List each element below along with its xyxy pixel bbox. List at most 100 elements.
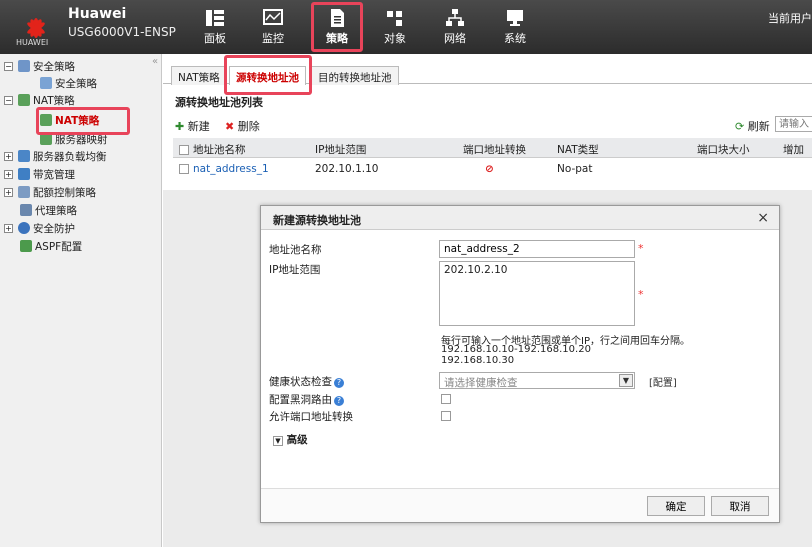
allow-pat-label: 允许端口地址转换 bbox=[269, 411, 353, 423]
refresh-button[interactable]: ⟳ 刷新 bbox=[735, 118, 770, 134]
sidebar: « − 安全策略 安全策略 − NAT策略 NAT策略 服务器映射 + 服务器负… bbox=[0, 54, 162, 547]
table-row[interactable]: nat_address_1 202.10.1.10 ⊘ No-pat bbox=[173, 159, 812, 183]
sidebar-item-proxy-policy[interactable]: 代理策略 bbox=[20, 202, 77, 218]
pool-name-link[interactable]: nat_address_1 bbox=[193, 163, 269, 175]
ip-range-label: IP地址范围 bbox=[269, 264, 321, 276]
nav-system[interactable]: 系统 bbox=[490, 6, 540, 48]
sidebar-item-bandwidth[interactable]: + 带宽管理 bbox=[4, 166, 75, 182]
column-header: 地址池名称 bbox=[193, 144, 246, 156]
nav-policy[interactable]: 策略 bbox=[312, 6, 362, 48]
health-check-select[interactable]: 请选择健康检查 ▼ bbox=[439, 372, 635, 389]
list-title: 源转换地址池列表 bbox=[175, 96, 263, 109]
nat-type-cell: No-pat bbox=[557, 163, 593, 175]
table-header: 地址池名称 IP地址范围 端口地址转换 NAT类型 端口块大小 增加 bbox=[173, 138, 812, 158]
select-all-checkbox[interactable] bbox=[179, 145, 189, 155]
aspf-icon bbox=[20, 240, 32, 252]
delete-button[interactable]: ✖ 删除 bbox=[225, 118, 260, 134]
sidebar-item-label: 配额控制策略 bbox=[33, 186, 96, 199]
sidebar-item-security-protection[interactable]: + 安全防护 bbox=[4, 220, 75, 236]
nav-label: 网络 bbox=[444, 32, 466, 45]
logo-text: HUAWEI bbox=[16, 38, 49, 47]
column-header: 增加 bbox=[783, 144, 804, 156]
quota-icon bbox=[18, 186, 30, 198]
column-header: 端口地址转换 bbox=[463, 144, 526, 156]
policy-document-icon bbox=[331, 9, 344, 27]
sidebar-item-label: 服务器映射 bbox=[55, 133, 108, 146]
shield-icon bbox=[18, 222, 30, 234]
sidebar-item-nat-policy-group[interactable]: − NAT策略 bbox=[4, 92, 75, 108]
help-icon[interactable]: ? bbox=[334, 378, 344, 388]
tab-destination-nat-pool[interactable]: 目的转换地址池 bbox=[311, 66, 399, 85]
new-source-nat-pool-dialog: 新建源转换地址池 × 地址池名称 * IP地址范围 202.10.2.10 * … bbox=[260, 205, 780, 523]
refresh-icon: ⟳ bbox=[735, 120, 745, 133]
blackhole-route-label: 配置黑洞路由? bbox=[269, 392, 344, 407]
sidebar-item-nat-policy[interactable]: NAT策略 bbox=[40, 112, 99, 128]
nav-object[interactable]: 对象 bbox=[370, 6, 420, 48]
required-mark: * bbox=[638, 242, 644, 255]
column-header: IP地址范围 bbox=[315, 144, 367, 156]
collapse-icon[interactable]: « bbox=[152, 56, 158, 67]
pool-name-label: 地址池名称 bbox=[269, 244, 322, 256]
nav-monitor[interactable]: 监控 bbox=[248, 6, 298, 48]
load-balance-icon bbox=[18, 150, 30, 162]
sidebar-item-server-mapping[interactable]: 服务器映射 bbox=[40, 131, 108, 147]
nav-network[interactable]: 网络 bbox=[430, 6, 480, 48]
policy-icon bbox=[18, 60, 30, 72]
nav-label: 策略 bbox=[326, 32, 348, 45]
disabled-icon: ⊘ bbox=[485, 163, 494, 175]
row-checkbox[interactable] bbox=[179, 164, 189, 174]
allow-pat-checkbox[interactable] bbox=[441, 411, 451, 421]
nav-dashboard[interactable]: 面板 bbox=[190, 6, 240, 48]
network-icon bbox=[446, 9, 464, 26]
dialog-header: 新建源转换地址池 × bbox=[261, 206, 779, 230]
advanced-toggle[interactable]: ▼ 高级 bbox=[273, 432, 308, 447]
sidebar-item-security-policy-group[interactable]: − 安全策略 bbox=[4, 58, 75, 74]
collapse-toggle-icon[interactable]: − bbox=[4, 61, 13, 71]
collapse-toggle-icon[interactable]: − bbox=[4, 95, 13, 105]
system-icon bbox=[507, 10, 523, 26]
dialog-footer: 确定 取消 bbox=[261, 488, 779, 522]
sidebar-item-label: 带宽管理 bbox=[33, 168, 75, 181]
toolbar: ✚ 新建 ✖ 删除 ⟳ 刷新 bbox=[175, 116, 812, 134]
chevron-down-icon[interactable]: ▼ bbox=[619, 374, 633, 387]
pool-name-input[interactable] bbox=[439, 240, 635, 258]
object-icon bbox=[387, 11, 402, 26]
search-input[interactable] bbox=[775, 116, 812, 132]
tab-nat-policy[interactable]: NAT策略 bbox=[171, 66, 227, 85]
tab-source-nat-pool[interactable]: 源转换地址池 bbox=[229, 66, 306, 85]
expand-toggle-icon[interactable]: + bbox=[4, 223, 13, 233]
expand-toggle-icon[interactable]: + bbox=[4, 151, 13, 161]
tab-bar: NAT策略 源转换地址池 目的转换地址池 bbox=[163, 62, 812, 85]
sidebar-item-security-policy[interactable]: 安全策略 bbox=[40, 75, 97, 91]
ip-range-textarea[interactable]: 202.10.2.10 bbox=[439, 261, 635, 326]
ok-button[interactable]: 确定 bbox=[647, 496, 705, 516]
blackhole-route-checkbox[interactable] bbox=[441, 394, 451, 404]
sidebar-item-label: NAT策略 bbox=[55, 114, 100, 127]
nav-label: 监控 bbox=[262, 32, 284, 45]
sidebar-item-label: ASPF配置 bbox=[35, 240, 83, 253]
expand-toggle-icon[interactable]: + bbox=[4, 187, 13, 197]
nat-icon bbox=[18, 94, 30, 106]
brand-name: Huawei bbox=[68, 6, 127, 22]
cancel-button[interactable]: 取消 bbox=[711, 496, 769, 516]
new-button[interactable]: ✚ 新建 bbox=[175, 118, 210, 134]
sidebar-item-label: 服务器负载均衡 bbox=[33, 150, 107, 163]
configure-link[interactable]: [配置] bbox=[649, 374, 677, 389]
nav-label: 面板 bbox=[204, 32, 226, 45]
sidebar-item-aspf[interactable]: ASPF配置 bbox=[20, 238, 82, 254]
required-mark: * bbox=[638, 288, 644, 301]
expand-toggle-icon[interactable]: + bbox=[4, 169, 13, 179]
policy-icon bbox=[40, 77, 52, 89]
sidebar-item-label: 安全策略 bbox=[55, 77, 97, 90]
help-icon[interactable]: ? bbox=[334, 396, 344, 406]
nav-label: 系统 bbox=[504, 32, 526, 45]
health-check-label: 健康状态检查? bbox=[269, 374, 344, 389]
close-icon[interactable]: × bbox=[757, 210, 769, 226]
sidebar-item-server-load-balancing[interactable]: + 服务器负载均衡 bbox=[4, 148, 107, 164]
monitor-icon bbox=[263, 9, 283, 25]
sidebar-item-quota-control[interactable]: + 配额控制策略 bbox=[4, 184, 96, 200]
ip-range-cell: 202.10.1.10 bbox=[315, 163, 379, 175]
server-mapping-icon bbox=[40, 133, 52, 145]
bandwidth-icon bbox=[18, 168, 30, 180]
current-user-label: 当前用户 bbox=[768, 12, 812, 25]
